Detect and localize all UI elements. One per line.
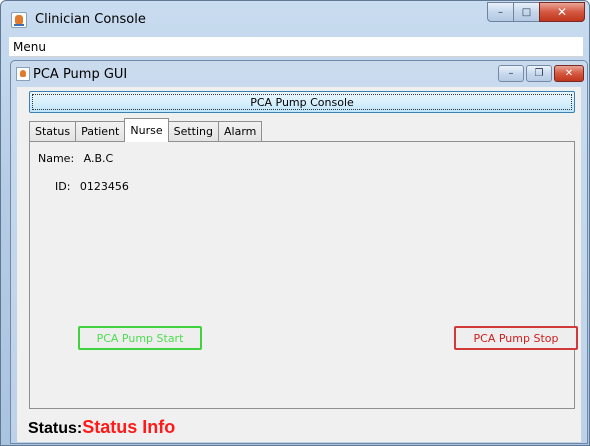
- inner-minimize-button[interactable]: –: [498, 65, 524, 82]
- minimize-icon: –: [498, 6, 503, 18]
- nurse-name-value: A.B.C: [83, 152, 114, 165]
- nurse-id-row: ID: 0123456: [55, 180, 129, 193]
- inner-window-controls: – ❐ ✕: [496, 65, 584, 82]
- inner-close-button[interactable]: ✕: [554, 65, 584, 82]
- nurse-name-label: Name:: [38, 152, 75, 165]
- minimize-button[interactable]: –: [487, 2, 514, 22]
- tab-alarm[interactable]: Alarm: [218, 121, 263, 141]
- status-label: Status:: [28, 420, 83, 437]
- nurse-id-value: 0123456: [79, 180, 129, 193]
- close-button[interactable]: ✕: [539, 2, 585, 22]
- restore-icon: ❐: [534, 68, 544, 79]
- java-app-icon[interactable]: [11, 12, 27, 28]
- inner-restore-button[interactable]: ❐: [526, 65, 552, 82]
- maximize-icon: □: [521, 6, 532, 18]
- status-value: Status Info: [82, 417, 176, 437]
- pump-content-pane: PCA Pump Console Status Patient Nurse Se…: [17, 87, 581, 442]
- menu-item-menu[interactable]: Menu: [13, 40, 46, 54]
- pca-pump-start-button[interactable]: PCA Pump Start: [78, 326, 202, 350]
- outer-title-bar[interactable]: Clinician Console – □ ✕: [1, 1, 590, 37]
- menu-bar: Menu: [9, 37, 583, 57]
- tab-patient[interactable]: Patient: [75, 121, 126, 141]
- outer-window-controls: – □ ✕: [487, 2, 585, 22]
- pca-pump-console-button[interactable]: PCA Pump Console: [29, 91, 575, 113]
- inner-window-title: PCA Pump GUI: [33, 67, 128, 82]
- tab-nurse[interactable]: Nurse: [124, 118, 169, 142]
- nurse-id-label: ID:: [55, 180, 71, 193]
- tab-strip: Status Patient Nurse Setting Alarm: [29, 118, 263, 142]
- status-line: Status:Status Info: [28, 417, 175, 438]
- nurse-tab-panel: Name: A.B.C ID: 0123456: [29, 141, 575, 409]
- close-icon: ✕: [564, 68, 574, 79]
- tab-setting[interactable]: Setting: [167, 121, 219, 141]
- pca-pump-stop-button[interactable]: PCA Pump Stop: [454, 326, 578, 350]
- close-icon: ✕: [556, 5, 568, 19]
- outer-window-title: Clinician Console: [35, 12, 146, 27]
- minimize-icon: –: [508, 68, 514, 79]
- java-app-icon[interactable]: [16, 67, 30, 81]
- pca-pump-gui-window: PCA Pump GUI – ❐ ✕ PCA Pump Console Stat…: [10, 60, 588, 444]
- tab-status[interactable]: Status: [29, 121, 77, 141]
- inner-title-bar[interactable]: PCA Pump GUI – ❐ ✕: [11, 61, 589, 87]
- nurse-name-row: Name: A.B.C: [38, 152, 113, 165]
- maximize-button[interactable]: □: [513, 2, 540, 22]
